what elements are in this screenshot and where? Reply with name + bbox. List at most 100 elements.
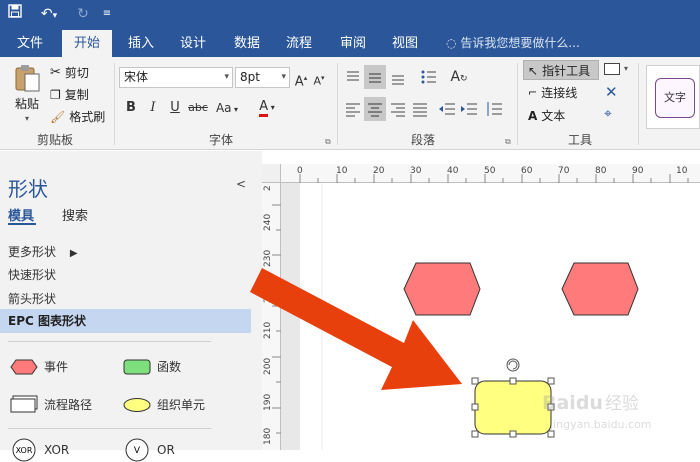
svg-text:Baidu: Baidu bbox=[542, 392, 603, 414]
grow-font-icon[interactable]: A▴ bbox=[294, 69, 308, 91]
stencil-xor[interactable]: XOR XOR bbox=[10, 438, 69, 462]
font-color-button[interactable]: A ▾ bbox=[252, 98, 282, 117]
text-style-swatch[interactable]: 文字 bbox=[655, 78, 695, 118]
tab-home[interactable]: 开始 bbox=[62, 30, 112, 57]
xor-circle-icon: XOR bbox=[12, 438, 36, 462]
align-right-icon[interactable] bbox=[390, 101, 406, 117]
epc-shapes-item[interactable]: EPC 图表形状 bbox=[0, 309, 251, 333]
pane-divider bbox=[8, 428, 211, 429]
paste-button[interactable]: 粘贴 ▾ bbox=[8, 63, 46, 123]
change-case-button[interactable]: Aa ▾ bbox=[212, 99, 242, 119]
svg-text:jingyan.baidu.com: jingyan.baidu.com bbox=[549, 418, 652, 431]
drawing-page[interactable]: Baidu 经验 jingyan.baidu.com bbox=[300, 183, 700, 450]
stencil-event[interactable]: 事件 bbox=[10, 358, 68, 375]
save-icon[interactable] bbox=[6, 4, 24, 24]
more-shapes-label: 更多形状 bbox=[8, 245, 57, 259]
align-bottom-icon[interactable] bbox=[390, 69, 406, 85]
ruler-label: 50 bbox=[484, 166, 496, 176]
stencil-or[interactable]: V OR bbox=[123, 438, 175, 462]
connector-tool[interactable]: ⌐ 连接线 bbox=[528, 84, 577, 101]
text-direction-icon[interactable]: A↻ bbox=[450, 68, 468, 88]
format-painter-label: 格式刷 bbox=[69, 110, 106, 124]
ruler-label: 60 bbox=[521, 166, 533, 176]
font-dialog-launcher-icon[interactable]: ⧉ bbox=[325, 137, 331, 147]
resize-handle[interactable] bbox=[471, 403, 479, 411]
quick-shapes-item[interactable]: 快速形状 bbox=[8, 266, 56, 283]
lightbulb-icon: ◌ bbox=[446, 36, 457, 50]
tab-design[interactable]: 设计 bbox=[172, 30, 214, 57]
cut-label: 剪切 bbox=[64, 66, 89, 80]
tell-me-box[interactable]: ◌ 告诉我您想要做什么... bbox=[446, 30, 580, 57]
arrow-shapes-item[interactable]: 箭头形状 bbox=[8, 290, 56, 307]
rotate-handle-icon[interactable] bbox=[506, 358, 520, 372]
connection-point-icon[interactable]: ⌖ bbox=[604, 106, 612, 122]
font-size-combo[interactable]: 8pt ▾ bbox=[235, 67, 290, 88]
font-name-combo[interactable]: 宋体 ▾ bbox=[119, 67, 233, 88]
resize-handle[interactable] bbox=[471, 430, 479, 438]
format-painter-icon: 🖌 bbox=[50, 109, 66, 124]
tab-insert[interactable]: 插入 bbox=[120, 30, 162, 57]
resize-handle[interactable] bbox=[547, 430, 555, 438]
stencil-org-unit[interactable]: 组织单元 bbox=[123, 396, 205, 413]
ruler-label: 200 bbox=[263, 357, 273, 375]
redo-icon[interactable]: ↻ bbox=[74, 4, 92, 24]
rectangle-shape-icon[interactable] bbox=[604, 63, 620, 75]
ribbon: 粘贴 ▾ ✂ 剪切 ❐ 复制 🖌 格式刷 剪贴板 宋体 ▾ 8pt ▾ A▴ A… bbox=[0, 57, 700, 150]
tab-file[interactable]: 文件 bbox=[8, 30, 52, 57]
chevron-down-icon: ▾ bbox=[224, 72, 229, 82]
organization-unit-ellipse-icon bbox=[123, 397, 151, 412]
strikethrough-button[interactable]: abc bbox=[188, 99, 208, 117]
paragraph-dialog-launcher-icon[interactable]: ⧉ bbox=[505, 137, 511, 147]
text-tool-icon: A bbox=[528, 108, 538, 123]
ruler-label: 190 bbox=[263, 393, 273, 411]
shape-dropdown-icon[interactable]: ▾ bbox=[624, 64, 628, 73]
align-top-icon[interactable] bbox=[345, 69, 361, 85]
event-shape[interactable] bbox=[561, 262, 639, 316]
tab-data[interactable]: 数据 bbox=[226, 30, 268, 57]
resize-handle[interactable] bbox=[509, 377, 517, 385]
paragraph-spacing-icon[interactable] bbox=[485, 101, 503, 117]
event-shape[interactable] bbox=[403, 262, 481, 316]
tab-search[interactable]: 搜索 bbox=[62, 205, 88, 224]
tab-process[interactable]: 流程 bbox=[278, 30, 320, 57]
decrease-indent-icon[interactable] bbox=[438, 101, 456, 117]
selected-shape[interactable] bbox=[474, 380, 552, 435]
resize-handle[interactable] bbox=[509, 430, 517, 438]
copy-button[interactable]: ❐ 复制 bbox=[50, 86, 89, 103]
pointer-tool[interactable]: ↖ 指针工具 bbox=[528, 62, 590, 79]
italic-button[interactable]: I bbox=[146, 99, 160, 117]
bold-button[interactable]: B bbox=[124, 99, 138, 117]
justify-icon[interactable] bbox=[412, 101, 428, 117]
close-x-icon[interactable]: ✕ bbox=[605, 83, 618, 101]
resize-handle[interactable] bbox=[471, 377, 479, 385]
font-name-value: 宋体 bbox=[124, 70, 149, 84]
chevron-down-icon: ▾ bbox=[281, 72, 286, 82]
more-shapes-item[interactable]: 更多形状 ▶ bbox=[8, 243, 78, 260]
increase-indent-icon[interactable] bbox=[460, 101, 478, 117]
collapse-pane-icon[interactable]: < bbox=[236, 177, 246, 191]
undo-icon[interactable]: ↶▾ bbox=[36, 4, 62, 26]
tab-view[interactable]: 视图 bbox=[384, 30, 426, 57]
align-left-icon[interactable] bbox=[345, 101, 361, 117]
tab-stencils[interactable]: 模具 bbox=[8, 205, 34, 224]
svg-text:经验: 经验 bbox=[605, 394, 639, 414]
paste-dropdown-icon[interactable]: ▾ bbox=[25, 114, 29, 123]
cut-button[interactable]: ✂ 剪切 bbox=[50, 64, 89, 81]
ruler-label: 80 bbox=[595, 166, 607, 176]
stencil-process-path[interactable]: 流程路径 bbox=[10, 395, 92, 413]
watermark: Baidu 经验 jingyan.baidu.com bbox=[542, 392, 652, 431]
underline-button[interactable]: U bbox=[168, 99, 182, 117]
format-painter-button[interactable]: 🖌 格式刷 bbox=[50, 108, 105, 125]
stencil-function[interactable]: 函数 bbox=[123, 358, 181, 375]
resize-handle[interactable] bbox=[547, 377, 555, 385]
tab-review[interactable]: 审阅 bbox=[332, 30, 374, 57]
customize-qat-icon[interactable]: ≡ bbox=[100, 4, 114, 24]
bullets-icon[interactable] bbox=[420, 69, 438, 85]
svg-text:V: V bbox=[134, 446, 141, 456]
pane-tab-underline bbox=[8, 223, 36, 225]
text-style-gallery[interactable]: 文字 bbox=[646, 65, 700, 129]
text-tool[interactable]: A 文本 bbox=[528, 107, 565, 124]
text-tool-label: 文本 bbox=[541, 109, 566, 123]
shrink-font-icon[interactable]: A▾ bbox=[312, 69, 326, 91]
function-rounded-rect-icon bbox=[123, 359, 151, 374]
